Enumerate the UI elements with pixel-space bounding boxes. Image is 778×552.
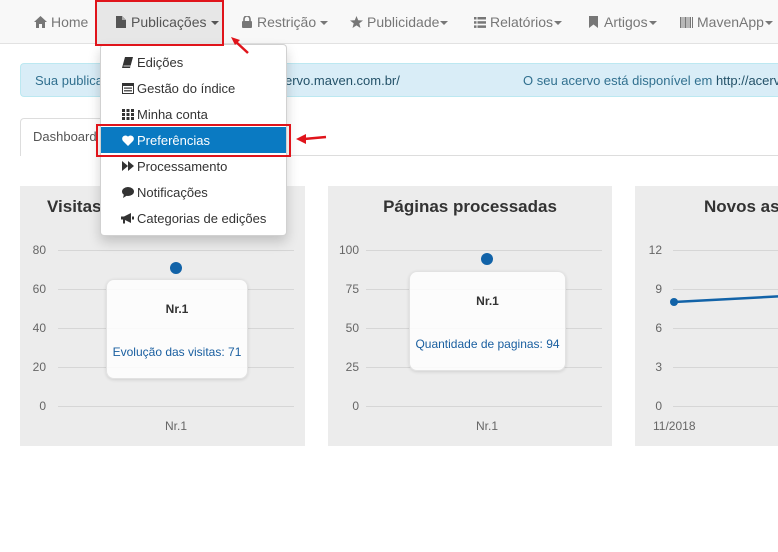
heart-icon — [121, 134, 134, 147]
chart-tooltip: Nr.1 Quantidade de paginas: 94 — [409, 271, 566, 371]
book-icon — [121, 56, 134, 69]
alert-left-text: Sua publica — [35, 73, 103, 88]
y-tick-label: 75 — [345, 282, 359, 296]
nav-artigos[interactable]: Artigos — [587, 0, 657, 44]
annotation-arrow-icon — [296, 134, 327, 144]
th-icon — [121, 108, 134, 121]
series-line — [673, 295, 778, 304]
nav-publicacoes-label: Publicações — [131, 14, 207, 30]
nav-home-label: Home — [51, 14, 89, 30]
tooltip-header: Nr.1 — [476, 294, 499, 308]
y-tick-label: 25 — [345, 360, 359, 374]
menu-item-processamento[interactable]: Processamento — [101, 153, 286, 179]
chart-card-paginas: Páginas processadas 100 75 50 25 0 Nr.1 … — [328, 186, 612, 446]
nav-mavenapp-label: MavenApp — [697, 14, 764, 30]
chart-tooltip: Nr.1 Evolução das visitas: 71 — [106, 279, 248, 379]
menu-item-label: Preferências — [137, 132, 210, 148]
y-tick-label: 40 — [32, 321, 46, 335]
grid-line — [58, 250, 294, 251]
chevron-down-icon — [210, 20, 219, 25]
comment-icon — [121, 186, 134, 199]
y-tick-label: 60 — [32, 282, 46, 296]
y-tick-label: 80 — [32, 243, 46, 257]
alert-left-link[interactable]: ervo.maven.com.br/ — [285, 73, 400, 88]
list-icon — [473, 16, 486, 29]
nav-relatorios[interactable]: Relatórios — [473, 0, 563, 44]
card-title: Páginas processadas — [383, 197, 557, 216]
menu-item-categorias-edicoes[interactable]: Categorias de edições — [101, 205, 286, 231]
nav-restricao[interactable]: Restrição — [240, 0, 329, 44]
menu-item-label: Minha conta — [137, 106, 208, 122]
menu-item-gestao-indice[interactable]: Gestão do índice — [101, 75, 286, 101]
nav-restricao-label: Restrição — [257, 14, 317, 30]
tab-dashboard[interactable]: Dashboard — [20, 118, 110, 156]
nav-home[interactable]: Home — [34, 0, 88, 44]
y-tick-label: 100 — [338, 243, 359, 257]
home-icon — [34, 16, 47, 29]
forward-icon — [121, 160, 134, 173]
menu-item-label: Notificações — [137, 184, 208, 200]
menu-item-edicoes[interactable]: Edições — [101, 49, 286, 75]
grid-line — [366, 406, 602, 407]
tooltip-value: Quantidade de paginas: 94 — [415, 337, 560, 351]
bookmark-icon — [587, 16, 600, 29]
chevron-down-icon — [554, 20, 563, 25]
publicacoes-dropdown-menu: Edições Gestão do índice Minha conta Pre… — [100, 44, 287, 236]
alert-right-link[interactable]: http://acerv — [716, 73, 778, 88]
lock-icon — [240, 16, 253, 29]
data-point[interactable] — [670, 298, 678, 306]
chevron-down-icon — [320, 20, 329, 25]
chevron-down-icon — [440, 20, 449, 25]
x-tick-label: Nr.1 — [476, 419, 499, 433]
y-tick-label: 0 — [39, 399, 46, 413]
grid-line — [366, 250, 602, 251]
y-tick-label: 50 — [345, 321, 359, 335]
top-navbar: Home Publicações Restrição Publicidade R… — [0, 0, 778, 44]
star-icon — [350, 16, 363, 29]
y-tick-label: 0 — [352, 399, 359, 413]
menu-item-notificacoes[interactable]: Notificações — [101, 179, 286, 205]
barcode-icon — [680, 16, 693, 29]
nav-relatorios-label: Relatórios — [490, 14, 554, 30]
nav-publicacoes[interactable]: Publicações — [97, 0, 222, 44]
menu-item-label: Gestão do índice — [137, 80, 236, 96]
bullhorn-icon — [121, 212, 134, 225]
nav-artigos-label: Artigos — [604, 14, 648, 30]
tooltip-value: Evolução das visitas: 71 — [112, 345, 242, 359]
tooltip-header: Nr.1 — [165, 302, 189, 316]
nav-publicidade-label: Publicidade — [367, 14, 440, 30]
line-series — [670, 295, 778, 306]
y-tick-label: 20 — [32, 360, 46, 374]
grid-line — [58, 406, 294, 407]
menu-item-label: Processamento — [137, 158, 228, 174]
chart-card-novos: Novos as 12 9 6 3 0 11/2018 — [635, 186, 778, 446]
file-icon — [114, 16, 127, 29]
menu-item-label: Edições — [137, 54, 184, 70]
menu-item-minha-conta[interactable]: Minha conta — [101, 101, 286, 127]
list-alt-icon — [121, 82, 134, 95]
alert-right-text: O seu acervo está disponível em http://a… — [523, 73, 778, 88]
nav-mavenapp[interactable]: MavenApp — [680, 0, 773, 44]
nav-publicidade[interactable]: Publicidade — [350, 0, 449, 44]
menu-item-label: Categorias de edições — [137, 210, 267, 226]
card-title: Visitas — [47, 197, 102, 216]
data-point[interactable] — [170, 261, 182, 274]
data-point[interactable] — [481, 253, 493, 266]
chevron-down-icon — [764, 20, 773, 25]
x-tick-label: Nr.1 — [165, 419, 188, 433]
alert-right-label: O seu acervo está disponível em — [523, 73, 716, 88]
chevron-down-icon — [648, 20, 657, 25]
menu-item-preferencias[interactable]: Preferências — [101, 127, 286, 153]
